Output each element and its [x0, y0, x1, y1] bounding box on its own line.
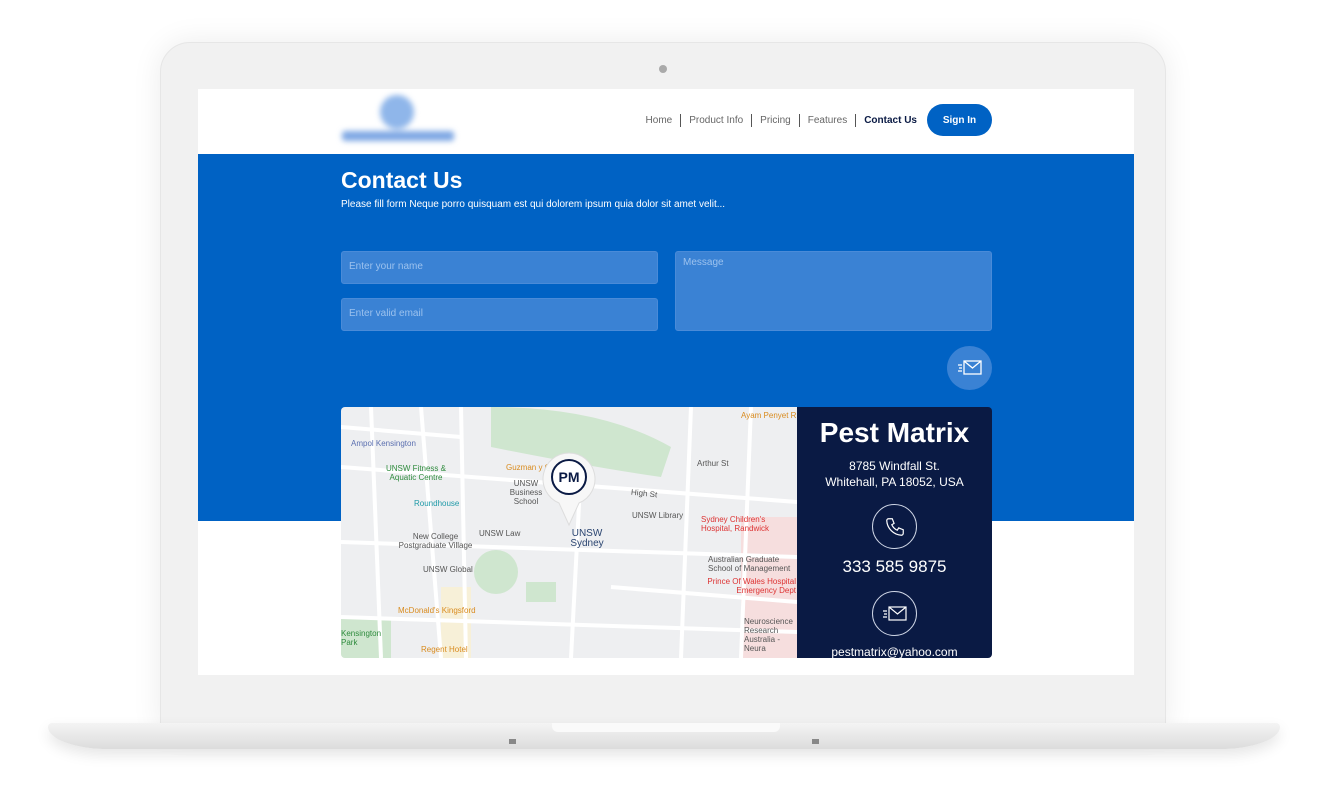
map-label: Ampol Kensington — [351, 439, 416, 448]
svg-text:PM: PM — [559, 469, 580, 485]
site-header: Home Product Info Pricing Features Conta… — [198, 89, 1134, 154]
map-label: UNSW Law — [479, 529, 521, 538]
email-input[interactable]: Enter valid email — [341, 298, 658, 331]
mail-icon — [882, 605, 907, 621]
nav-pricing[interactable]: Pricing — [752, 115, 799, 126]
company-name: Pest Matrix — [819, 417, 970, 448]
map-label: Prince Of Wales Hospital Emergency Dept — [707, 577, 796, 595]
location-marker-icon: PM — [542, 452, 596, 527]
main-nav: Home Product Info Pricing Features Conta… — [638, 104, 992, 136]
contact-info-panel: Pest Matrix 8785 Windfall St. Whitehall,… — [797, 407, 992, 658]
address-line-2: Whitehall, PA 18052, USA — [825, 475, 964, 489]
website-screen: Home Product Info Pricing Features Conta… — [198, 89, 1134, 675]
address-line-1: 8785 Windfall St. — [849, 459, 940, 473]
name-input[interactable]: Enter your name — [341, 251, 658, 284]
address: 8785 Windfall St. Whitehall, PA 18052, U… — [797, 458, 992, 490]
nav-home[interactable]: Home — [638, 115, 681, 126]
map-label: New College Postgraduate Village — [398, 532, 473, 550]
map-label: Neuroscience Research Australia - Neura — [744, 617, 793, 653]
phone-icon — [885, 517, 904, 536]
laptop-notch — [552, 723, 780, 732]
location-map[interactable]: Ampol Kensington UNSW Fitness & Aquatic … — [341, 407, 799, 658]
map-label: McDonald's Kingsford — [398, 606, 476, 615]
laptop-foot — [812, 739, 819, 744]
page-title: Contact Us — [341, 167, 463, 193]
send-button[interactable] — [947, 346, 992, 390]
nav-product-info[interactable]: Product Info — [681, 115, 751, 126]
phone-number[interactable]: 333 585 9875 — [797, 557, 992, 577]
contact-card: Ampol Kensington UNSW Fitness & Aquatic … — [341, 407, 992, 658]
page-subtitle: Please fill form Neque porro quisquam es… — [341, 199, 726, 210]
sign-in-button[interactable]: Sign In — [927, 104, 992, 136]
map-label: Australian Graduate School of Management — [708, 555, 791, 573]
laptop-foot — [509, 739, 516, 744]
phone-button[interactable] — [872, 504, 917, 549]
email-button[interactable] — [872, 591, 917, 636]
map-label: Kensington Park — [341, 629, 382, 647]
message-textarea[interactable]: Message — [675, 251, 992, 331]
map-label: UNSW Library — [632, 511, 684, 520]
site-logo[interactable] — [338, 93, 458, 149]
map-label: Roundhouse — [414, 499, 460, 508]
map-label: Arthur St — [697, 459, 729, 468]
email-address[interactable]: pestmatrix@yahoo.com — [797, 645, 992, 658]
map-label: UNSW Fitness & Aquatic Centre — [385, 464, 446, 482]
map-label: Ayam Penyet RI — [741, 411, 799, 420]
map-label: UNSW Global — [423, 565, 473, 574]
send-mail-icon — [957, 360, 982, 375]
nav-features[interactable]: Features — [800, 115, 855, 126]
map-label: UNSW Sydney — [570, 528, 604, 549]
map-label: Sydney Children's Hospital, Randwick — [701, 515, 770, 533]
nav-contact-us[interactable]: Contact Us — [856, 115, 925, 126]
map-label: UNSW Business School — [509, 479, 543, 506]
laptop-camera — [659, 65, 667, 73]
map-label: Regent Hotel — [421, 645, 468, 654]
